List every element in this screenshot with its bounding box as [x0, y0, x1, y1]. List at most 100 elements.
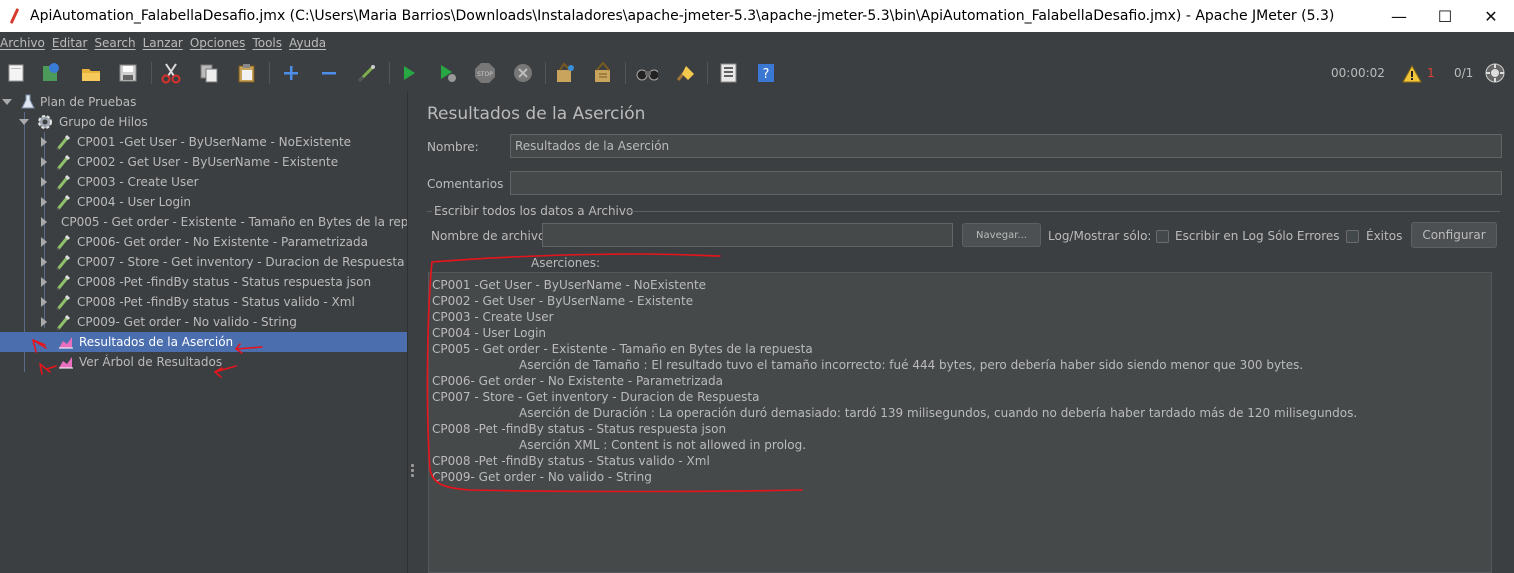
- function-helper-icon[interactable]: [717, 62, 739, 84]
- split-pane-divider[interactable]: [407, 92, 416, 573]
- menu-opciones[interactable]: Opciones: [190, 36, 250, 50]
- threads-status-icon[interactable]: [1484, 62, 1506, 84]
- menu-lanzar[interactable]: Lanzar: [143, 36, 187, 50]
- assertion-failure-message: Aserción de Tamaño : El resultado tuvo e…: [519, 358, 1304, 372]
- templates-icon[interactable]: [40, 62, 62, 84]
- expand-arrow-icon[interactable]: [41, 257, 47, 267]
- menu-tools[interactable]: Tools: [252, 36, 286, 50]
- vertical-scrollbar[interactable]: [1492, 272, 1502, 573]
- svg-text:?: ?: [763, 67, 770, 82]
- tree-node-sampler[interactable]: CP002 - Get User - ByUserName - Existent…: [0, 152, 407, 172]
- tree-node-sampler[interactable]: CP003 - Create User: [0, 172, 407, 192]
- listener-chart-icon: [59, 357, 73, 369]
- expand-arrow-icon[interactable]: [41, 297, 47, 307]
- menu-bar: Archivo Editar Search Lanzar Opciones To…: [0, 32, 1514, 54]
- listener-chart-icon: [59, 337, 73, 349]
- tree-node-sampler[interactable]: CP004 - User Login: [0, 192, 407, 212]
- copy-icon[interactable]: [198, 62, 220, 84]
- collapse-icon[interactable]: [318, 62, 340, 84]
- name-label: Nombre:: [427, 140, 479, 154]
- menu-search[interactable]: Search: [94, 36, 139, 50]
- name-field[interactable]: Resultados de la Aserción: [510, 134, 1502, 158]
- page-title: Resultados de la Aserción: [427, 104, 646, 124]
- toggle-icon[interactable]: [356, 62, 378, 84]
- filename-field[interactable]: [542, 223, 953, 247]
- open-icon[interactable]: [80, 62, 102, 84]
- tree-node-label: CP008 -Pet -findBy status - Status respu…: [77, 275, 372, 289]
- gear-icon: [38, 115, 52, 129]
- browse-button[interactable]: Navegar...: [962, 223, 1041, 247]
- configure-button[interactable]: Configurar: [1411, 222, 1497, 248]
- assertion-sample-name: CP002 - Get User - ByUserName - Existent…: [432, 294, 694, 308]
- assertion-sample-name: CP007 - Store - Get inventory - Duracion…: [432, 390, 760, 404]
- cut-icon[interactable]: [160, 62, 182, 84]
- menu-editar[interactable]: Editar: [52, 36, 92, 50]
- tree-node-test-plan[interactable]: Plan de Pruebas: [0, 92, 407, 112]
- tree-node-sampler[interactable]: CP009- Get order - No valido - String: [0, 312, 407, 332]
- tree-node-sampler[interactable]: CP008 -Pet -findBy status - Status respu…: [0, 272, 407, 292]
- tree-node-sampler[interactable]: CP008 -Pet -findBy status - Status valid…: [0, 292, 407, 312]
- search-icon[interactable]: [636, 62, 658, 84]
- new-icon[interactable]: [5, 62, 27, 84]
- tree-node-sampler[interactable]: CP005 - Get order - Existente - Tamaño e…: [0, 212, 442, 232]
- expand-arrow-icon[interactable]: [41, 157, 47, 167]
- minimize-button[interactable]: —: [1376, 0, 1422, 32]
- tree-node-label: CP008 -Pet -findBy status - Status valid…: [77, 295, 355, 309]
- close-button[interactable]: ✕: [1468, 0, 1514, 32]
- tree-node-label: Ver Árbol de Resultados: [79, 355, 223, 369]
- reset-search-icon[interactable]: [674, 62, 696, 84]
- expand-arrow-icon[interactable]: [41, 197, 47, 207]
- warning-icon[interactable]: [1401, 63, 1423, 85]
- menu-archivo[interactable]: Archivo: [0, 36, 49, 50]
- jmeter-feather-icon: [8, 7, 22, 25]
- tree-node-label: CP006- Get order - No Existente - Parame…: [77, 235, 368, 249]
- errors-checkbox[interactable]: [1156, 230, 1169, 243]
- expand-arrow-icon[interactable]: [41, 237, 47, 247]
- assertions-label: Aserciones:: [531, 256, 601, 270]
- expand-arrow-icon[interactable]: [41, 137, 47, 147]
- start-icon[interactable]: [398, 62, 420, 84]
- toolbar: STOP ? 00:00:02 1 0/1: [0, 54, 1514, 92]
- assertion-sample-name: CP008 -Pet -findBy status - Status respu…: [432, 422, 727, 436]
- expand-arrow-icon[interactable]: [2, 99, 12, 105]
- tree-node-label: Grupo de Hilos: [59, 115, 148, 129]
- filename-label: Nombre de archivo: [431, 229, 546, 243]
- comments-field[interactable]: [510, 171, 1502, 195]
- pipette-sampler-icon: [56, 254, 71, 270]
- help-icon[interactable]: ?: [755, 62, 777, 84]
- assertion-sample-name: CP006- Get order - No Existente - Parame…: [432, 374, 723, 388]
- success-checkbox[interactable]: [1346, 230, 1359, 243]
- menu-ayuda[interactable]: Ayuda: [289, 36, 330, 50]
- test-plan-tree: Plan de Pruebas Grupo de Hilos CP001 -Ge…: [0, 92, 442, 573]
- tree-node-sampler[interactable]: CP001 -Get User - ByUserName - NoExisten…: [0, 132, 407, 152]
- tree-node-label: CP007 - Store - Get inventory - Duracion…: [77, 255, 405, 269]
- window-title: ApiAutomation_FalabellaDesafio.jmx (C:\U…: [30, 8, 1335, 24]
- assertion-sample-name: CP008 -Pet -findBy status - Status valid…: [432, 454, 710, 468]
- expand-arrow-icon[interactable]: [19, 119, 29, 125]
- tree-node-sampler[interactable]: CP006- Get order - No Existente - Parame…: [0, 232, 407, 252]
- paste-icon[interactable]: [236, 62, 258, 84]
- maximize-button[interactable]: ☐: [1422, 0, 1468, 32]
- pipette-sampler-icon: [56, 234, 71, 250]
- pipette-sampler-icon: [56, 294, 71, 310]
- assertion-sample-name: CP005 - Get order - Existente - Tamaño e…: [432, 342, 813, 356]
- tree-node-view-results-tree[interactable]: Ver Árbol de Resultados: [0, 352, 407, 372]
- warning-count: 1: [1427, 66, 1435, 80]
- tree-node-sampler[interactable]: CP007 - Store - Get inventory - Duracion…: [0, 252, 407, 272]
- start-no-pause-icon[interactable]: [436, 62, 458, 84]
- shutdown-icon[interactable]: [512, 62, 534, 84]
- stop-icon[interactable]: STOP: [474, 62, 496, 84]
- tree-node-thread-group[interactable]: Grupo de Hilos: [0, 112, 407, 132]
- tree-node-assertion-results[interactable]: Resultados de la Aserción: [0, 332, 407, 352]
- expand-arrow-icon[interactable]: [41, 277, 47, 287]
- save-icon[interactable]: [117, 62, 139, 84]
- assertion-sample-name: CP009- Get order - No valido - String: [432, 470, 652, 484]
- clear-icon[interactable]: [554, 62, 576, 84]
- pipette-sampler-icon: [56, 154, 71, 170]
- expand-arrow-icon[interactable]: [41, 317, 47, 327]
- clear-all-icon[interactable]: [592, 62, 614, 84]
- expand-icon[interactable]: [280, 62, 302, 84]
- expand-arrow-icon[interactable]: [41, 217, 47, 227]
- expand-arrow-icon[interactable]: [41, 177, 47, 187]
- assertions-results-area[interactable]: CP001 -Get User - ByUserName - NoExisten…: [428, 272, 1492, 573]
